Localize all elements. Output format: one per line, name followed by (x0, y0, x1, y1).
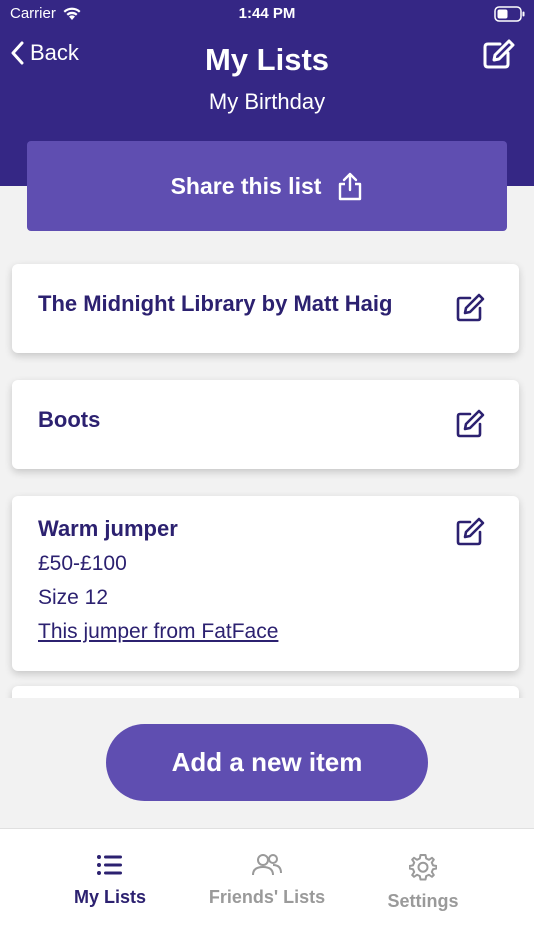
gear-icon (409, 854, 437, 881)
tab-friends-lists[interactable]: Friends' Lists (187, 853, 347, 908)
item-size: Size 12 (38, 586, 109, 609)
list-item[interactable]: Warm jumper £50-£100 Size 12 This jumper… (12, 496, 519, 671)
battery-icon (494, 6, 525, 22)
share-label: Share this list (170, 172, 322, 199)
tab-my-lists[interactable]: My Lists (30, 853, 190, 908)
items-list[interactable]: The Midnight Library by Matt Haig Boots … (0, 240, 534, 698)
add-item-button[interactable]: Add a new item (106, 724, 428, 801)
item-title: Boots (38, 407, 101, 432)
item-title: The Midnight Library by Matt Haig (38, 291, 393, 316)
edit-icon[interactable] (455, 517, 485, 547)
tab-label: Friends' Lists (208, 887, 326, 907)
tab-bar: My Lists Friends' Lists Settings (0, 828, 534, 950)
status-bar: Carrier 1:44 PM (0, 0, 534, 30)
page-subtitle: My Birthday (208, 89, 326, 114)
list-icon (97, 855, 122, 875)
item-link[interactable]: This jumper from FatFace (38, 620, 278, 644)
tab-label: Settings (387, 891, 459, 911)
page-title: My Lists (204, 42, 330, 77)
status-time: 1:44 PM (238, 5, 296, 22)
share-icon (339, 172, 362, 201)
list-item[interactable] (12, 686, 519, 698)
add-item-area: Add a new item (0, 698, 534, 828)
item-price: £50-£100 (38, 552, 127, 575)
tab-settings[interactable]: Settings (343, 853, 503, 912)
list-item[interactable]: The Midnight Library by Matt Haig (12, 264, 519, 353)
compose-icon[interactable] (482, 38, 516, 70)
item-title: Warm jumper (38, 516, 178, 541)
tab-label: My Lists (73, 887, 147, 907)
edit-icon[interactable] (455, 409, 485, 439)
people-icon (252, 854, 282, 876)
list-item[interactable]: Boots (12, 380, 519, 469)
edit-icon[interactable] (455, 293, 485, 323)
share-list-button[interactable]: Share this list (27, 141, 507, 231)
